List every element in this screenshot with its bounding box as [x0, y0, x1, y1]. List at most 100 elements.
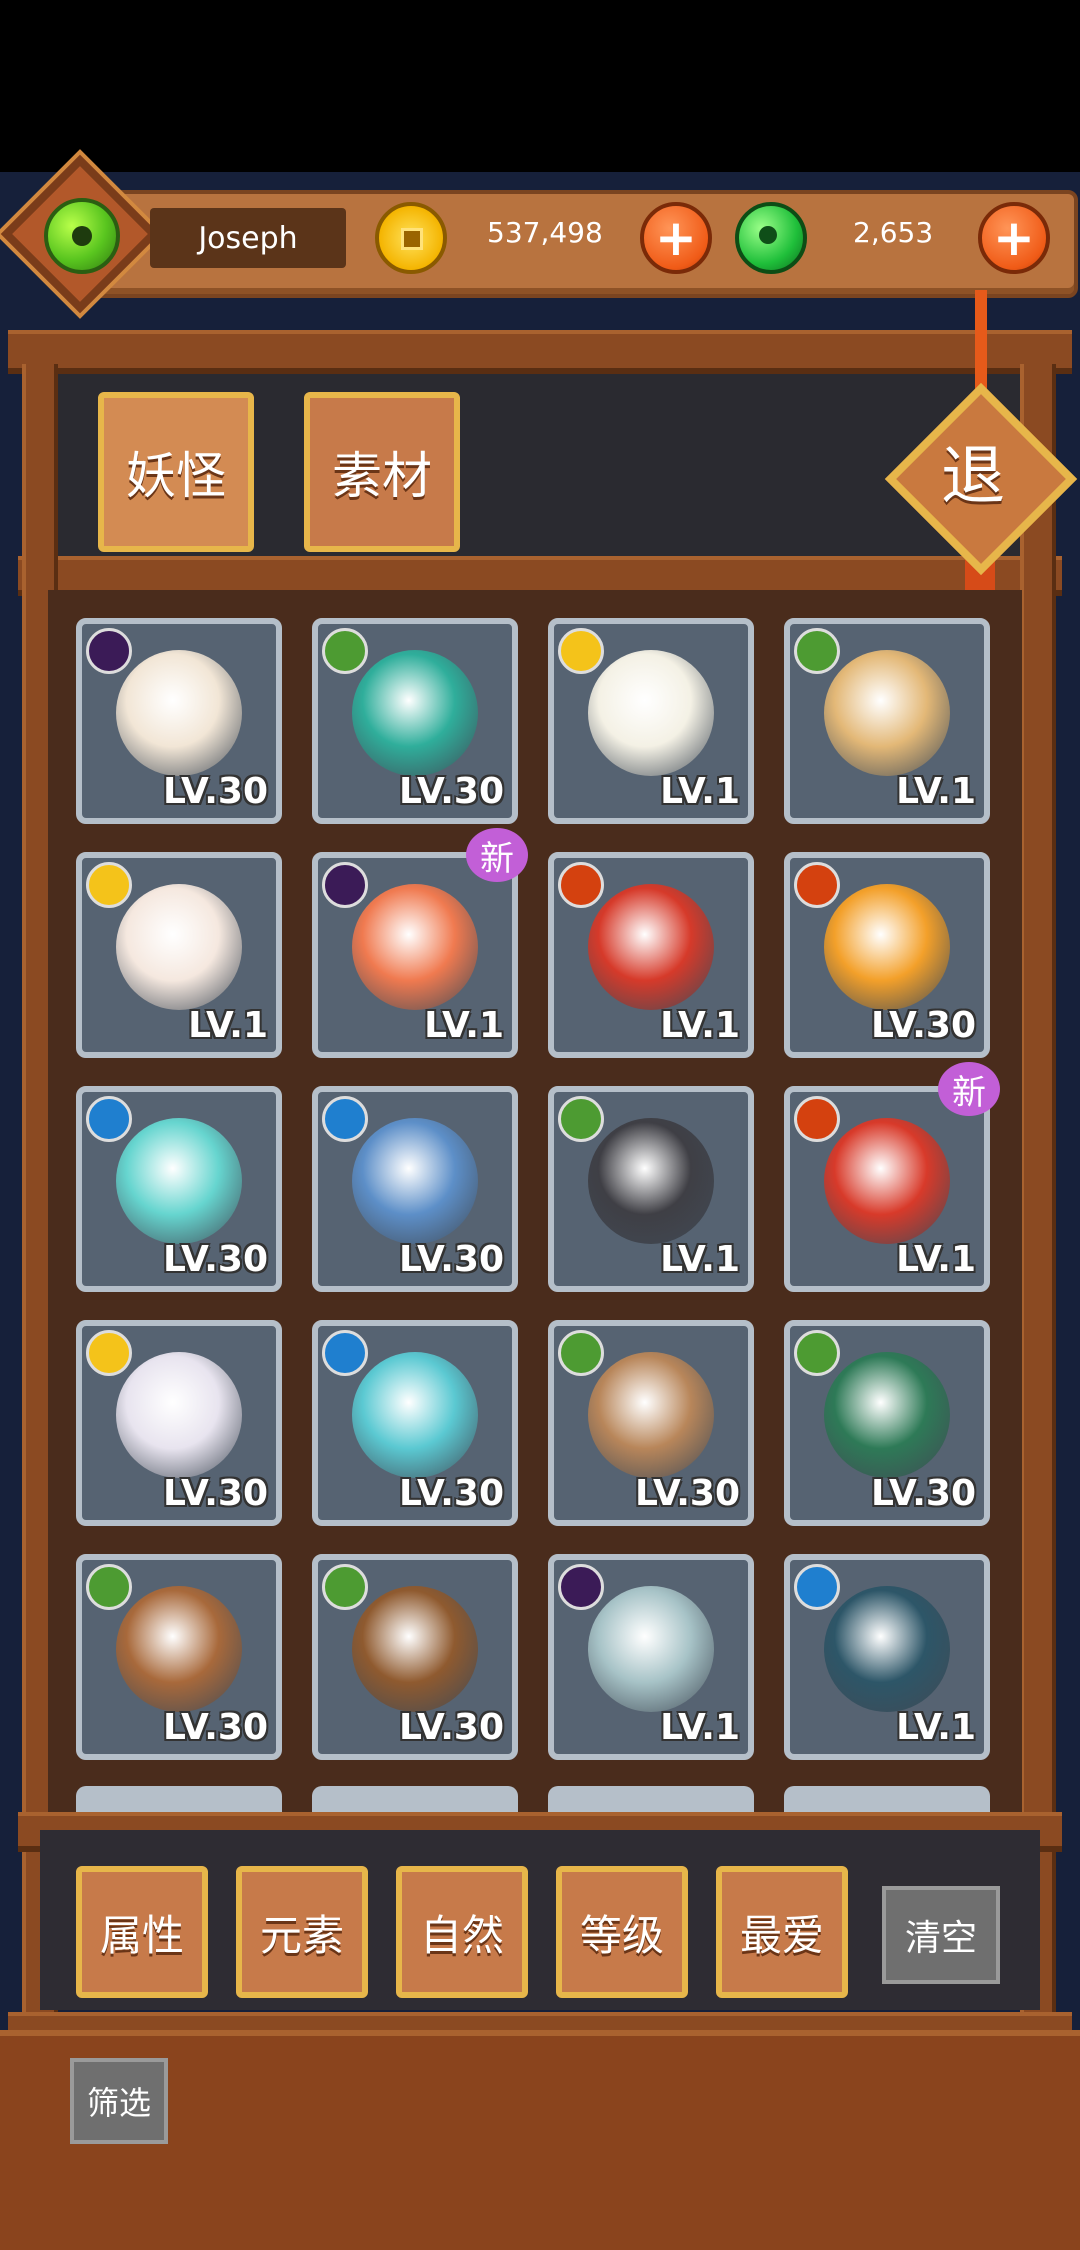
nature-element-icon	[558, 1330, 604, 1376]
monster-portrait	[588, 1118, 714, 1244]
monster-card[interactable]: LV.30	[784, 852, 990, 1058]
exit-button[interactable]: 退	[884, 382, 1078, 576]
monster-portrait	[352, 650, 478, 776]
monster-portrait	[352, 1586, 478, 1712]
nature-element-icon	[558, 1096, 604, 1142]
monster-level: LV.30	[871, 1473, 976, 1514]
player-avatar-jade-icon[interactable]	[44, 198, 120, 274]
monster-card[interactable]: LV.30	[76, 1554, 282, 1760]
partial-card[interactable]	[76, 1786, 282, 1812]
exit-rope	[975, 290, 987, 390]
exit-label: 退	[941, 440, 1005, 514]
monster-level: LV.30	[399, 771, 504, 812]
monster-card[interactable]: LV.30	[76, 1320, 282, 1526]
monster-portrait	[116, 650, 242, 776]
light-element-icon	[558, 628, 604, 674]
filter-level-button[interactable]: 等级	[556, 1866, 688, 1998]
clear-button[interactable]: 清空	[882, 1886, 1000, 1984]
monster-level: LV.1	[660, 1239, 740, 1280]
monster-card[interactable]: LV.30	[76, 618, 282, 824]
add-coins-button[interactable]: +	[640, 202, 712, 274]
monster-level: LV.30	[635, 1473, 740, 1514]
monster-portrait	[824, 1586, 950, 1712]
nature-element-icon	[322, 1564, 368, 1610]
monster-portrait	[352, 884, 478, 1010]
monster-card[interactable]: LV.1	[548, 1086, 754, 1292]
monster-portrait	[116, 884, 242, 1010]
top-beam	[8, 330, 1072, 374]
monster-level: LV.30	[163, 1707, 268, 1748]
monster-portrait	[824, 1118, 950, 1244]
monster-portrait	[116, 1352, 242, 1478]
water-element-icon	[794, 1564, 840, 1610]
jade-gem-icon	[735, 202, 807, 274]
dark-element-icon	[322, 862, 368, 908]
filter-toggle-button[interactable]: 筛选	[70, 2058, 168, 2144]
new-badge: 新	[466, 828, 528, 882]
right-post	[1020, 364, 1056, 2024]
monster-level: LV.30	[399, 1473, 504, 1514]
monster-level: LV.1	[896, 1707, 976, 1748]
dark-element-icon	[558, 1564, 604, 1610]
gold-coin-icon	[375, 202, 447, 274]
monster-portrait	[588, 650, 714, 776]
monster-level: LV.30	[163, 771, 268, 812]
monster-card[interactable]: LV.30	[784, 1320, 990, 1526]
monster-card[interactable]: LV.1	[76, 852, 282, 1058]
monster-card[interactable]: LV.30	[312, 1086, 518, 1292]
monster-card[interactable]: LV.1	[548, 852, 754, 1058]
tab-materials[interactable]: 素材	[304, 392, 460, 552]
monster-card[interactable]: LV.1	[784, 1554, 990, 1760]
nature-element-icon	[794, 628, 840, 674]
monster-portrait	[824, 884, 950, 1010]
dark-element-icon	[86, 628, 132, 674]
monster-level: LV.1	[424, 1005, 504, 1046]
monster-portrait	[352, 1118, 478, 1244]
gem-count: 2,653	[853, 216, 934, 249]
water-element-icon	[86, 1096, 132, 1142]
player-name: Joseph	[150, 208, 346, 268]
filter-attribute-button[interactable]: 属性	[76, 1866, 208, 1998]
monster-card[interactable]: LV.30	[76, 1086, 282, 1292]
monster-portrait	[352, 1352, 478, 1478]
fire-element-icon	[558, 862, 604, 908]
partial-card[interactable]	[312, 1786, 518, 1812]
partial-card[interactable]	[548, 1786, 754, 1812]
monster-card[interactable]: LV.30	[312, 1320, 518, 1526]
monster-portrait	[116, 1118, 242, 1244]
partial-card[interactable]	[784, 1786, 990, 1812]
water-element-icon	[322, 1096, 368, 1142]
monster-level: LV.1	[660, 1005, 740, 1046]
nature-element-icon	[794, 1330, 840, 1376]
water-element-icon	[322, 1330, 368, 1376]
new-badge: 新	[938, 1062, 1000, 1116]
monster-card[interactable]: LV.1	[312, 852, 518, 1058]
filter-favorite-button[interactable]: 最爱	[716, 1866, 848, 1998]
monster-card[interactable]: LV.30	[312, 618, 518, 824]
fire-element-icon	[794, 862, 840, 908]
light-element-icon	[86, 1330, 132, 1376]
monster-portrait	[588, 884, 714, 1010]
monster-level: LV.30	[399, 1707, 504, 1748]
tab-monsters[interactable]: 妖怪	[98, 392, 254, 552]
monster-portrait	[824, 650, 950, 776]
monster-card[interactable]: LV.1	[548, 618, 754, 824]
filter-element-button[interactable]: 元素	[236, 1866, 368, 1998]
monster-portrait	[588, 1352, 714, 1478]
monster-card[interactable]: LV.1	[784, 618, 990, 824]
monster-level: LV.1	[660, 771, 740, 812]
filter-nature-button[interactable]: 自然	[396, 1866, 528, 1998]
monster-card[interactable]: LV.1	[548, 1554, 754, 1760]
light-element-icon	[86, 862, 132, 908]
monster-level: LV.1	[188, 1005, 268, 1046]
monster-portrait	[116, 1586, 242, 1712]
add-gems-button[interactable]: +	[978, 202, 1050, 274]
monster-card[interactable]: LV.1	[784, 1086, 990, 1292]
monster-card[interactable]: LV.30	[312, 1554, 518, 1760]
monster-card[interactable]: LV.30	[548, 1320, 754, 1526]
monster-level: LV.30	[399, 1239, 504, 1280]
monster-level: LV.1	[896, 1239, 976, 1280]
monster-portrait	[588, 1586, 714, 1712]
monster-level: LV.30	[871, 1005, 976, 1046]
fire-element-icon	[794, 1096, 840, 1142]
